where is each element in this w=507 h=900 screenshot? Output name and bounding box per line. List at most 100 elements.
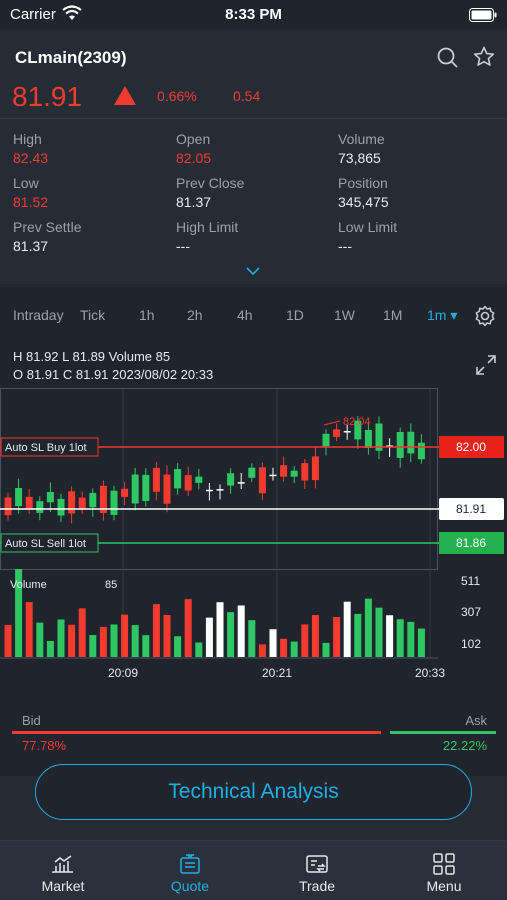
stat-value: 82.43 — [13, 150, 49, 166]
candle — [205, 489, 213, 492]
volume-bar — [290, 641, 298, 657]
volume-tick-511: 511 — [461, 574, 480, 588]
clock-time: 8:33 PM — [225, 6, 282, 23]
volume-bar — [343, 601, 351, 657]
period-1m-month[interactable]: 1M — [383, 307, 402, 323]
stat-label: Prev Settle — [13, 219, 82, 235]
period-1h[interactable]: 1h — [139, 307, 155, 323]
candle — [301, 463, 309, 481]
volume-bar — [163, 614, 171, 657]
search-icon[interactable] — [436, 46, 460, 70]
candle — [15, 487, 23, 507]
stat-value: --- — [176, 238, 190, 254]
volume-bar — [396, 619, 404, 657]
stat-value: 81.37 — [13, 238, 49, 254]
volume-bar — [57, 619, 65, 657]
candle — [152, 467, 160, 492]
candle — [290, 470, 298, 477]
volume-bar — [227, 612, 235, 657]
stat-value: 81.52 — [13, 194, 49, 210]
volume-bar — [89, 635, 97, 657]
stat-value: 73,865 — [338, 150, 381, 166]
tab-menu[interactable]: Menu — [381, 841, 507, 900]
period-2h[interactable]: 2h — [187, 307, 203, 323]
volume-bar — [375, 607, 383, 657]
volume-bars-group — [4, 569, 425, 657]
candle — [78, 497, 86, 510]
volume-bar — [142, 635, 150, 657]
candle — [25, 496, 33, 510]
technical-analysis-button[interactable]: Technical Analysis — [35, 764, 472, 820]
period-selector: Intraday Tick 1h 2h 4h 1D 1W 1M 1m ▾ — [0, 297, 507, 335]
volume-current: 85 — [105, 579, 117, 591]
peak-pointer — [323, 420, 341, 426]
ask-label: Ask — [465, 713, 487, 728]
stat-volume: Volume 73,865 — [338, 131, 385, 166]
tab-market-label: Market — [41, 878, 85, 894]
bid-ratio-bar — [12, 731, 381, 734]
volume-bar — [333, 616, 341, 657]
candles-group — [4, 415, 425, 524]
volume-bar — [407, 621, 415, 657]
tab-market[interactable]: Market — [0, 841, 126, 900]
sl-buy-label: Auto SL Buy 1lot — [5, 442, 87, 454]
ask-percent: 22.22% — [442, 738, 487, 753]
stat-label: Low — [13, 175, 39, 191]
volume-bar — [237, 605, 245, 657]
period-tick[interactable]: Tick — [80, 307, 105, 323]
gear-icon[interactable] — [474, 305, 496, 332]
volume-bar — [322, 642, 330, 657]
candle — [68, 491, 76, 514]
candle — [57, 498, 65, 516]
ohlc-line-2: O 81.91 C 81.91 2023/08/02 20:33 — [13, 367, 214, 382]
candle — [184, 475, 192, 491]
volume-bar — [174, 636, 182, 657]
period-4h[interactable]: 4h — [237, 307, 253, 323]
stat-position: Position 345,475 — [338, 175, 389, 210]
grid-menu-icon — [432, 853, 456, 880]
fullscreen-icon[interactable] — [475, 354, 497, 381]
candle — [237, 482, 245, 484]
candle — [4, 497, 12, 516]
candle — [322, 433, 330, 447]
change-percent: 0.66% — [157, 88, 197, 104]
volume-bar — [269, 629, 277, 657]
ohlc-line-1: H 81.92 L 81.89 Volume 85 — [13, 349, 171, 364]
period-1d[interactable]: 1D — [286, 307, 304, 323]
tab-quote[interactable]: Quote — [127, 841, 253, 900]
battery-icon — [469, 8, 497, 27]
tab-trade-label: Trade — [298, 878, 336, 894]
volume-bar — [354, 613, 362, 657]
stat-label: High — [13, 131, 42, 147]
period-intraday[interactable]: Intraday — [13, 307, 64, 323]
candle — [174, 469, 182, 489]
volume-bar — [68, 624, 76, 657]
candle — [280, 465, 288, 477]
volume-bar — [4, 624, 12, 657]
x-tick-1: 20:09 — [108, 666, 138, 680]
sl-sell-price: 81.86 — [456, 536, 486, 550]
up-triangle-icon — [114, 86, 136, 105]
stat-prev-close: Prev Close 81.37 — [176, 175, 244, 210]
chevron-down-icon[interactable] — [246, 263, 260, 281]
star-icon[interactable] — [472, 45, 496, 69]
volume-bar — [184, 599, 192, 657]
x-tick-3: 20:33 — [415, 666, 445, 680]
period-1w[interactable]: 1W — [334, 307, 355, 323]
candle — [36, 501, 44, 513]
candle — [417, 442, 425, 460]
stat-value: --- — [338, 238, 352, 254]
quote-board-icon — [178, 853, 202, 880]
symbol-title: CLmain(2309) — [15, 48, 127, 67]
tab-quote-label: Quote — [170, 878, 210, 894]
candle — [227, 473, 235, 486]
volume-bar — [417, 628, 425, 657]
volume-bar — [195, 642, 203, 657]
candle — [195, 476, 203, 483]
candlestick-chart[interactable]: Auto SL Buy 1lot 82.00 81.91 Auto SL Sel… — [0, 385, 507, 708]
candle — [269, 474, 277, 477]
status-bar: Carrier 8:33 PM — [0, 0, 507, 30]
period-1m-minute[interactable]: 1m ▾ — [427, 307, 457, 324]
trade-icon — [305, 853, 329, 880]
tab-trade[interactable]: Trade — [254, 841, 380, 900]
